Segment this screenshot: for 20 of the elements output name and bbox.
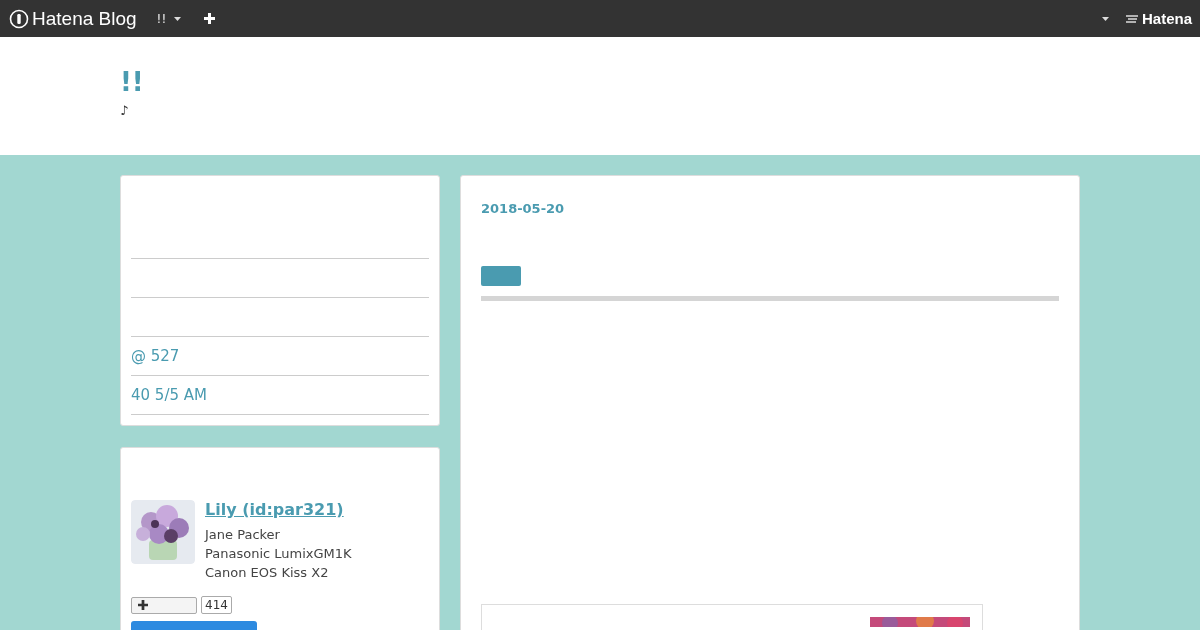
profile-name-link[interactable]: Lily (id:par321) [205,500,344,519]
hatena-logo-link[interactable]: Hatena [1124,10,1192,27]
bookmark-count: 414 [201,596,232,614]
brand-logo-icon [9,8,29,29]
blog-title[interactable]: !! [120,67,144,97]
article-date[interactable]: 2018-05-20 [481,201,565,216]
sidebar-link[interactable]: 40 5/5 AM [131,386,207,404]
hatena-logo-icon [1124,13,1139,24]
blog-menu[interactable]: !! [156,11,167,26]
caret-icon[interactable] [174,16,182,21]
profile-text: Canon EOS Kiss X2 [205,564,329,582]
blog-tagline: ♪ [120,103,129,118]
caret-icon[interactable] [1101,16,1109,21]
bookmark-button[interactable] [131,596,197,614]
brand-link[interactable]: Hatena Blog [9,7,137,30]
profile-text: Jane Packer [205,526,280,544]
sidebar-link[interactable]: @ 527 [131,347,180,365]
plus-icon [138,600,148,610]
plus-icon[interactable] [204,13,216,24]
profile-text: Panasonic LumixGM1K [205,545,352,563]
